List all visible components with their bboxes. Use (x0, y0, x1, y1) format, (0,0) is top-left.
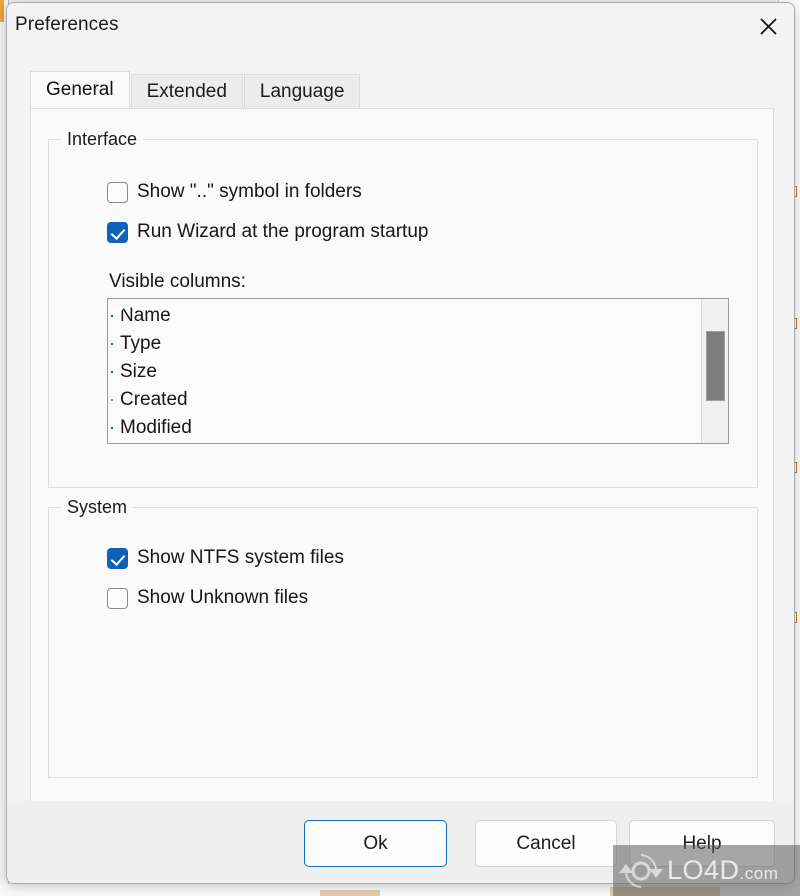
checkbox-label: Run Wizard at the program startup (137, 221, 429, 242)
tab-label: General (46, 79, 114, 100)
list-item-size[interactable]: Size (111, 358, 701, 386)
visible-columns-label: Visible columns: (109, 271, 246, 292)
list-item-prognosis[interactable]: Prognosis % (111, 442, 701, 443)
background-bottom-text (320, 890, 380, 896)
scrollbar-thumb[interactable] (706, 331, 725, 401)
list-item-type[interactable]: Type (111, 330, 701, 358)
checkbox-label: Show Unknown files (137, 587, 309, 608)
background-accent-mark (0, 0, 4, 22)
ok-button-label: Ok (363, 832, 388, 854)
list-item-name[interactable]: Name (111, 302, 701, 330)
tab-strip: General Extended Language (30, 71, 361, 108)
checkbox-box (107, 587, 128, 609)
checkbox-box (111, 315, 113, 317)
checkbox-box (111, 399, 113, 401)
help-button[interactable]: Help (629, 820, 775, 867)
checkbox-label: Show NTFS system files (137, 547, 344, 568)
checkbox-box (111, 371, 113, 373)
cancel-button-label: Cancel (516, 832, 576, 854)
dialog-title: Preferences (15, 14, 119, 35)
close-icon[interactable] (742, 3, 794, 49)
checkbox-box (107, 181, 128, 203)
preferences-dialog: Preferences General Extended Language In… (6, 2, 795, 884)
list-item-label: Type (120, 333, 162, 354)
cancel-button[interactable]: Cancel (475, 820, 617, 867)
checkbox-show-dotdot-symbol[interactable]: Show ".." symbol in folders (107, 181, 362, 203)
list-item-label: Size (120, 361, 157, 382)
tab-general[interactable]: General (30, 71, 130, 108)
checkbox-show-unknown-files[interactable]: Show Unknown files (107, 587, 308, 609)
list-item-created[interactable]: Created (111, 386, 701, 414)
title-bar: Preferences (7, 3, 794, 49)
checkbox-show-ntfs-system-files[interactable]: Show NTFS system files (107, 547, 344, 569)
listbox-scrollbar[interactable] (701, 299, 728, 443)
visible-columns-list: Name Type Size Created Modified (108, 299, 701, 443)
checkbox-box (111, 427, 113, 429)
list-item-label: Modified (120, 417, 192, 438)
tab-label: Extended (146, 80, 227, 102)
help-button-label: Help (682, 832, 722, 854)
checkbox-box (107, 547, 128, 569)
tab-extended[interactable]: Extended (130, 74, 243, 108)
list-item-label: Created (120, 389, 188, 410)
tab-language[interactable]: Language (243, 74, 361, 108)
list-item-label: Name (120, 305, 171, 326)
group-system: System Show NTFS system files Show Unkno… (48, 497, 758, 778)
background-bottom-text (610, 887, 720, 896)
group-interface: Interface Show ".." symbol in folders Ru… (48, 129, 758, 488)
ok-button[interactable]: Ok (304, 820, 447, 867)
checkbox-box (111, 343, 113, 345)
checkbox-run-wizard-at-startup[interactable]: Run Wizard at the program startup (107, 221, 428, 243)
list-item-modified[interactable]: Modified (111, 414, 701, 442)
group-interface-title: Interface (61, 129, 144, 150)
checkbox-box (107, 221, 128, 243)
group-system-title: System (61, 497, 134, 518)
checkbox-label: Show ".." symbol in folders (137, 181, 362, 202)
dialog-footer: Ok Cancel Help (7, 801, 794, 883)
tab-page-general: Interface Show ".." symbol in folders Ru… (30, 108, 774, 803)
tab-label: Language (259, 80, 345, 102)
visible-columns-listbox[interactable]: Name Type Size Created Modified (107, 298, 729, 444)
